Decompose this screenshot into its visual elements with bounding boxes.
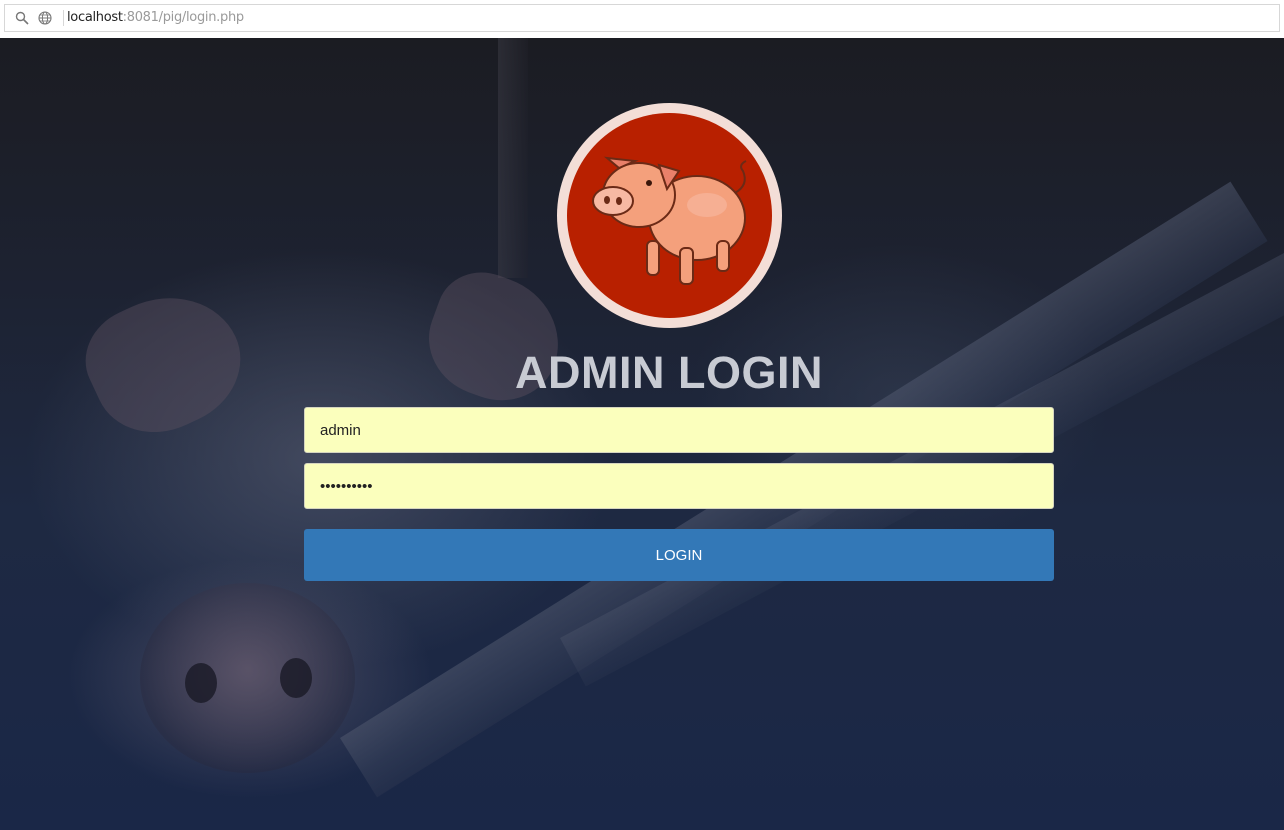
url-text[interactable]: localhost:8081/pig/login.php	[67, 10, 244, 26]
login-page-background: ADMIN LOGIN LOGIN	[0, 38, 1284, 830]
browser-address-bar: localhost:8081/pig/login.php	[0, 0, 1284, 38]
background-post	[498, 38, 528, 278]
logo-badge	[567, 113, 772, 318]
background-nostril-right	[280, 658, 312, 698]
globe-icon	[38, 11, 52, 25]
background-snout	[140, 583, 355, 773]
username-input[interactable]	[304, 407, 1054, 453]
pig-logo-icon	[592, 156, 747, 285]
magnifier-icon	[15, 11, 29, 25]
url-path: :8081/pig/login.php	[122, 10, 244, 25]
url-field[interactable]: localhost:8081/pig/login.php	[4, 4, 1280, 32]
background-ear-left	[69, 272, 261, 454]
url-host: localhost	[67, 10, 123, 25]
address-separator	[63, 10, 64, 26]
logo	[557, 103, 782, 328]
password-input[interactable]	[304, 463, 1054, 509]
login-button[interactable]: LOGIN	[304, 529, 1054, 581]
background-nostril-left	[185, 663, 217, 703]
page-title: ADMIN LOGIN	[515, 347, 823, 398]
